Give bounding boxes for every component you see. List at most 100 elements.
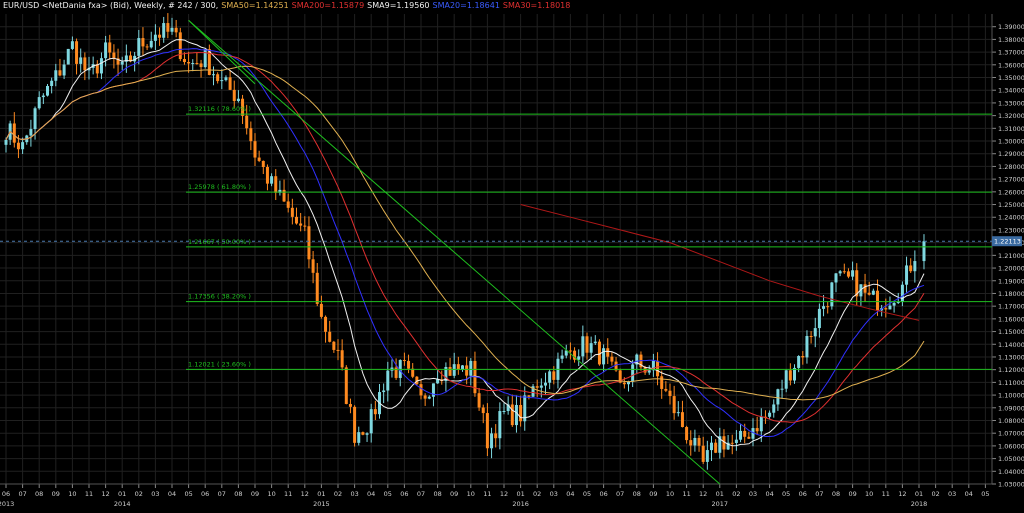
- candle-body: [37, 97, 41, 109]
- candle-body: [365, 433, 369, 435]
- candle: [66, 48, 70, 65]
- candle-body: [846, 271, 850, 277]
- candle-body: [220, 80, 224, 82]
- candle-body: [162, 23, 166, 38]
- candle-body: [581, 336, 585, 357]
- candle-body: [784, 370, 788, 389]
- candle-body: [834, 273, 838, 283]
- candle-body: [622, 382, 626, 385]
- candle-body: [319, 303, 323, 317]
- candle-body: [913, 261, 917, 272]
- candle-body: [705, 450, 709, 462]
- candle-body: [203, 49, 207, 68]
- candle-body: [585, 336, 589, 353]
- x-year-label: 2017: [712, 500, 729, 508]
- y-tick-label: 1.06000: [998, 442, 1024, 450]
- candle-body: [265, 167, 269, 184]
- x-year-label: 2016: [512, 500, 529, 508]
- candle-body: [560, 355, 564, 359]
- x-tick-label: 10: [865, 490, 873, 498]
- candle-body: [477, 393, 481, 408]
- candle-body: [41, 95, 45, 98]
- candle-body: [452, 364, 456, 376]
- candle-body: [348, 403, 352, 407]
- candle-body: [714, 442, 718, 453]
- candle-body: [104, 42, 108, 59]
- candle-body: [672, 396, 676, 414]
- candle-body: [548, 371, 552, 383]
- x-tick-label: 09: [251, 490, 259, 498]
- candle-body: [876, 290, 879, 311]
- y-tick-label: 1.35000: [998, 74, 1024, 82]
- x-tick-label: 05: [782, 490, 790, 498]
- candle-body: [510, 404, 514, 426]
- x-tick-label: 12: [699, 490, 707, 498]
- y-tick-label: 1.24000: [998, 214, 1024, 222]
- x-year-label: 2013: [0, 500, 14, 508]
- x-tick-label: 11: [882, 490, 890, 498]
- candle-body: [386, 370, 390, 391]
- y-tick-label: 1.17000: [998, 303, 1024, 311]
- x-tick-label: 04: [566, 490, 574, 498]
- x-tick-label: 07: [815, 490, 823, 498]
- candle-body: [519, 404, 523, 422]
- candle-body: [307, 226, 311, 260]
- x-tick-label: 04: [168, 490, 176, 498]
- y-tick-label: 1.26000: [998, 188, 1024, 196]
- candle-body: [245, 115, 249, 129]
- x-tick-label: 02: [334, 490, 342, 498]
- last-price-label: 1.22113: [994, 238, 1021, 246]
- x-year-label: 2015: [313, 500, 330, 508]
- y-tick-label: 1.32000: [998, 112, 1024, 120]
- candle-body: [174, 27, 178, 33]
- candle-body: [826, 306, 830, 308]
- y-tick-label: 1.05000: [998, 455, 1024, 463]
- price-chart[interactable]: 1.03000 1.04000 1.05000 1.06000 1.07000 1.080…: [0, 0, 1024, 509]
- x-tick-label: 02: [533, 490, 541, 498]
- candle-body: [490, 433, 494, 449]
- candle-body: [568, 350, 572, 352]
- candle-body: [361, 432, 365, 435]
- candle-body: [830, 282, 834, 307]
- candle-body: [83, 57, 87, 71]
- candle-body: [685, 427, 689, 441]
- candle-body: [481, 407, 485, 414]
- x-tick-label: 11: [483, 490, 491, 498]
- candle-body: [631, 364, 635, 382]
- candle-body: [21, 142, 25, 150]
- candle-body: [4, 139, 8, 145]
- y-tick-label: 1.21000: [998, 252, 1024, 260]
- y-tick-label: 1.34000: [998, 87, 1024, 95]
- x-tick-label: 09: [450, 490, 458, 498]
- candle-body: [195, 63, 199, 65]
- candle-body: [485, 413, 489, 449]
- candle-body: [353, 406, 357, 443]
- y-tick-label: 1.20000: [998, 265, 1024, 273]
- candle-body: [382, 390, 386, 393]
- candle-body: [593, 341, 597, 344]
- fib-label: 1.32116 ( 78.60% ): [188, 105, 251, 113]
- y-tick-label: 1.13000: [998, 353, 1024, 361]
- candle-body: [809, 335, 813, 337]
- x-tick-label: 10: [68, 490, 76, 498]
- candle-body: [759, 416, 763, 432]
- x-tick-label: 07: [18, 490, 26, 498]
- x-tick-label: 04: [765, 490, 773, 498]
- y-tick-label: 1.27000: [998, 176, 1024, 184]
- candle-body: [863, 284, 867, 293]
- candle-body: [668, 390, 672, 397]
- chart-background: [0, 0, 1024, 509]
- candle-body: [680, 412, 684, 428]
- y-tick-label: 1.30000: [998, 138, 1024, 146]
- candle-body: [336, 349, 340, 351]
- y-tick-label: 1.08000: [998, 417, 1024, 425]
- candle-body: [514, 404, 518, 426]
- candle-body: [788, 370, 792, 381]
- y-tick-label: 1.09000: [998, 404, 1024, 412]
- chart-header: EUR/USD <NetDania fxa> (Bid), Weekly, # …: [3, 1, 573, 10]
- x-tick-label: 04: [965, 490, 973, 498]
- x-tick-label: 12: [301, 490, 309, 498]
- y-tick-label: 1.28000: [998, 163, 1024, 171]
- x-tick-label: 01: [118, 490, 126, 498]
- candle-body: [606, 348, 610, 357]
